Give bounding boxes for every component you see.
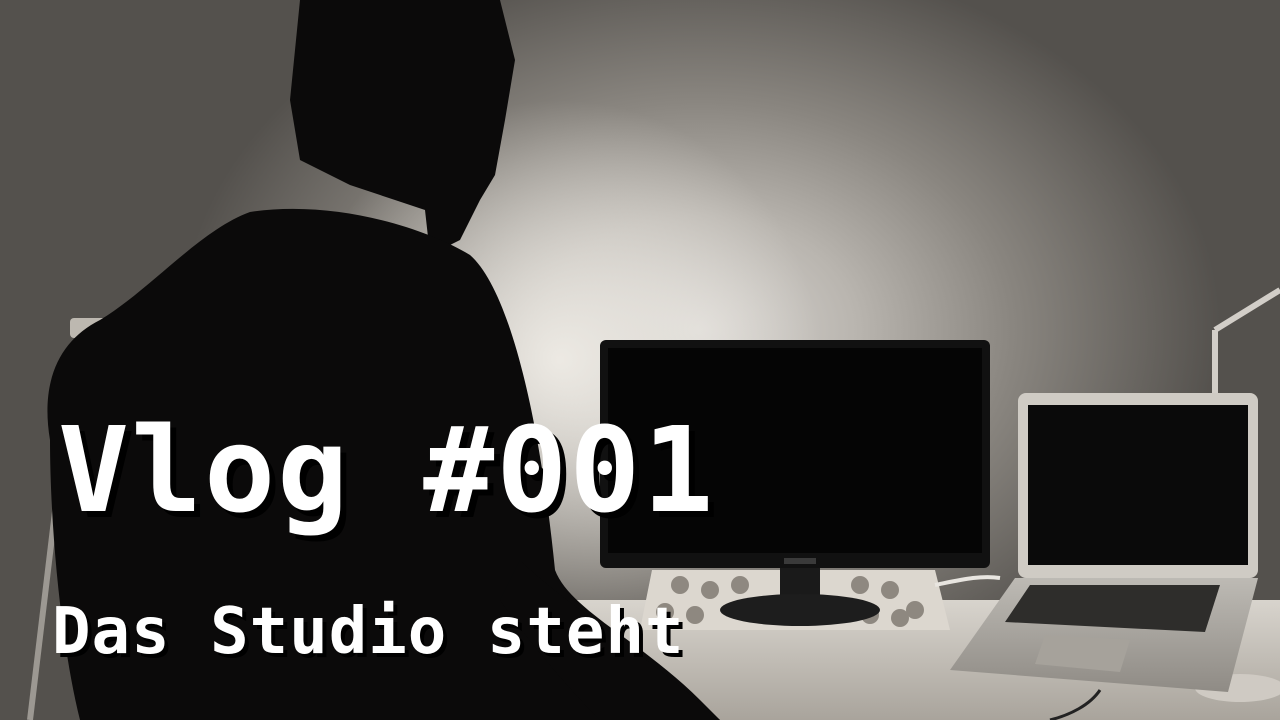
studio-photo	[0, 0, 1280, 720]
video-frame: Vlog #001 Das Studio steht	[0, 0, 1280, 720]
